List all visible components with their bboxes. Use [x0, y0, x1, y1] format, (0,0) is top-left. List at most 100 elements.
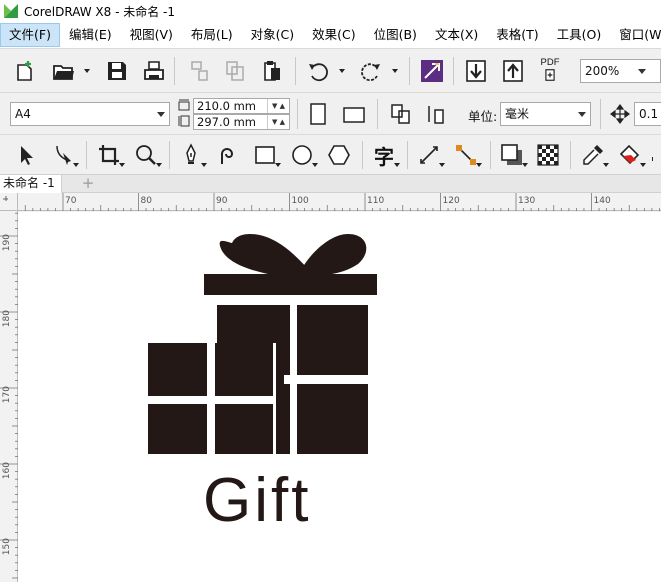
connector-flyout-icon[interactable] — [476, 163, 482, 167]
chevron-down-icon[interactable] — [153, 103, 169, 125]
freehand-flyout-icon[interactable] — [201, 163, 207, 167]
more-tools-button[interactable] — [652, 142, 661, 168]
publish-pdf-button[interactable]: PDF — [537, 57, 563, 83]
gift-text[interactable]: Gift — [203, 470, 311, 532]
new-document-button[interactable] — [12, 58, 38, 84]
landscape-button[interactable] — [341, 101, 367, 127]
drop-shadow-flyout-icon[interactable] — [522, 163, 528, 167]
page-height-field[interactable]: 297.0 mm ▼ ▲ — [193, 114, 290, 130]
property-bar: A4 210.0 mm ▼ ▲ 297.0 mm ▼ ▲ 单位: 毫米 0.1 … — [0, 92, 661, 134]
units-combo[interactable]: 毫米 — [500, 102, 591, 126]
all-pages-button[interactable] — [388, 101, 414, 127]
ruler-label: 70 — [65, 196, 77, 206]
rectangle-flyout-icon[interactable] — [275, 163, 281, 167]
open-dropdown-icon[interactable] — [84, 69, 90, 73]
drawing-canvas[interactable]: Gift — [18, 212, 661, 582]
pdf-icon — [545, 69, 555, 81]
zoom-level-value: 200% — [585, 64, 620, 78]
menu-view[interactable]: 视图(V) — [121, 23, 182, 47]
vertical-ruler[interactable]: 190 180 170 160 150 — [0, 211, 18, 582]
menu-text[interactable]: 文本(X) — [426, 23, 487, 47]
nudge-distance-field[interactable]: 0.1 r — [634, 102, 661, 126]
connector-icon — [456, 145, 476, 165]
dimension-flyout-icon[interactable] — [439, 163, 445, 167]
undo-button[interactable] — [305, 58, 331, 84]
ruler-label: 190 — [2, 234, 12, 251]
nudge-distance-icon — [610, 104, 630, 124]
ruler-label: 180 — [2, 310, 12, 327]
redo-dropdown-icon[interactable] — [392, 69, 398, 73]
copy-icon — [226, 61, 244, 81]
zoom-level-combo[interactable]: 200% — [580, 59, 661, 83]
page-size-value: A4 — [15, 107, 31, 121]
new-tab-button[interactable]: + — [80, 176, 96, 192]
text-flyout-icon[interactable] — [394, 163, 400, 167]
page-width-icon — [178, 99, 190, 111]
menu-effects[interactable]: 效果(C) — [303, 23, 364, 47]
pick-arrow-icon — [21, 146, 33, 165]
ellipse-flyout-icon[interactable] — [312, 163, 318, 167]
menu-file[interactable]: 文件(F) — [0, 23, 60, 47]
page-width-field[interactable]: 210.0 mm ▼ ▲ — [193, 98, 290, 114]
ruler-origin-corner[interactable] — [0, 193, 18, 211]
export-icon — [503, 60, 523, 82]
menu-bitmaps[interactable]: 位图(B) — [365, 23, 426, 47]
fill-flyout-icon[interactable] — [640, 163, 646, 167]
menu-tools[interactable]: 工具(O) — [548, 23, 611, 47]
undo-dropdown-icon[interactable] — [339, 69, 345, 73]
zoom-flyout-icon[interactable] — [156, 163, 162, 167]
nudge-distance-icon-wrap — [607, 101, 633, 127]
portrait-button[interactable] — [305, 101, 331, 127]
current-page-button[interactable] — [424, 101, 450, 127]
menu-window[interactable]: 窗口(W) — [610, 23, 661, 47]
transparency-tool-button[interactable] — [535, 142, 561, 168]
vertical-ruler-ticks: 190 180 170 160 150 — [0, 212, 18, 579]
redo-button[interactable] — [358, 58, 384, 84]
crop-flyout-icon[interactable] — [119, 163, 125, 167]
landscape-icon — [343, 107, 365, 123]
save-button[interactable] — [104, 58, 130, 84]
eyedropper-flyout-icon[interactable] — [603, 163, 609, 167]
artistic-media-icon — [221, 148, 234, 164]
chevron-down-icon[interactable] — [634, 60, 650, 82]
toolbox: 字 — [0, 134, 661, 174]
pick-tool-button[interactable] — [13, 142, 39, 168]
import-button[interactable] — [463, 58, 489, 84]
open-button[interactable] — [50, 58, 76, 84]
cut-button[interactable] — [186, 58, 212, 84]
paint-bucket-icon — [619, 144, 640, 165]
copy-button[interactable] — [222, 58, 248, 84]
more-tools-icon — [652, 157, 653, 161]
artistic-media-button[interactable] — [215, 142, 241, 168]
paste-button[interactable] — [259, 58, 285, 84]
height-spinner-icon[interactable]: ▼ ▲ — [267, 115, 289, 129]
document-tab[interactable]: 未命名 -1 — [0, 175, 62, 193]
shape-tool-flyout-icon[interactable] — [73, 163, 79, 167]
zoom-magnifier-icon — [136, 145, 156, 165]
redo-icon — [361, 63, 380, 82]
page-height-icon — [178, 115, 190, 127]
ruler-label: 140 — [594, 196, 611, 206]
export-button[interactable] — [500, 58, 526, 84]
page-size-combo[interactable]: A4 — [10, 102, 170, 126]
cut-icon — [191, 61, 208, 81]
horizontal-ruler[interactable]: 70 80 90 100 110 120 130 140 — [18, 193, 661, 211]
horizontal-ruler-ticks: 70 80 90 100 110 120 130 140 — [24, 193, 660, 211]
menu-edit[interactable]: 编辑(E) — [60, 23, 121, 47]
chevron-down-icon[interactable] — [574, 103, 590, 125]
search-content-icon — [421, 60, 443, 82]
gift-artwork[interactable] — [18, 212, 661, 582]
width-spinner-icon[interactable]: ▼ ▲ — [267, 99, 289, 113]
text-tool-icon: 字 — [374, 144, 394, 169]
drop-shadow-icon — [501, 144, 522, 165]
standard-toolbar: PDF 200% — [0, 48, 661, 92]
bow-right-loop — [298, 234, 367, 276]
menu-object[interactable]: 对象(C) — [242, 23, 303, 47]
transparency-checker-icon — [537, 144, 559, 166]
polygon-tool-button[interactable] — [326, 142, 352, 168]
search-content-button[interactable] — [419, 58, 445, 84]
menu-table[interactable]: 表格(T) — [487, 23, 547, 47]
menu-layout[interactable]: 布局(L) — [182, 23, 242, 47]
print-button[interactable] — [141, 58, 167, 84]
coreldraw-logo-icon — [3, 3, 19, 19]
